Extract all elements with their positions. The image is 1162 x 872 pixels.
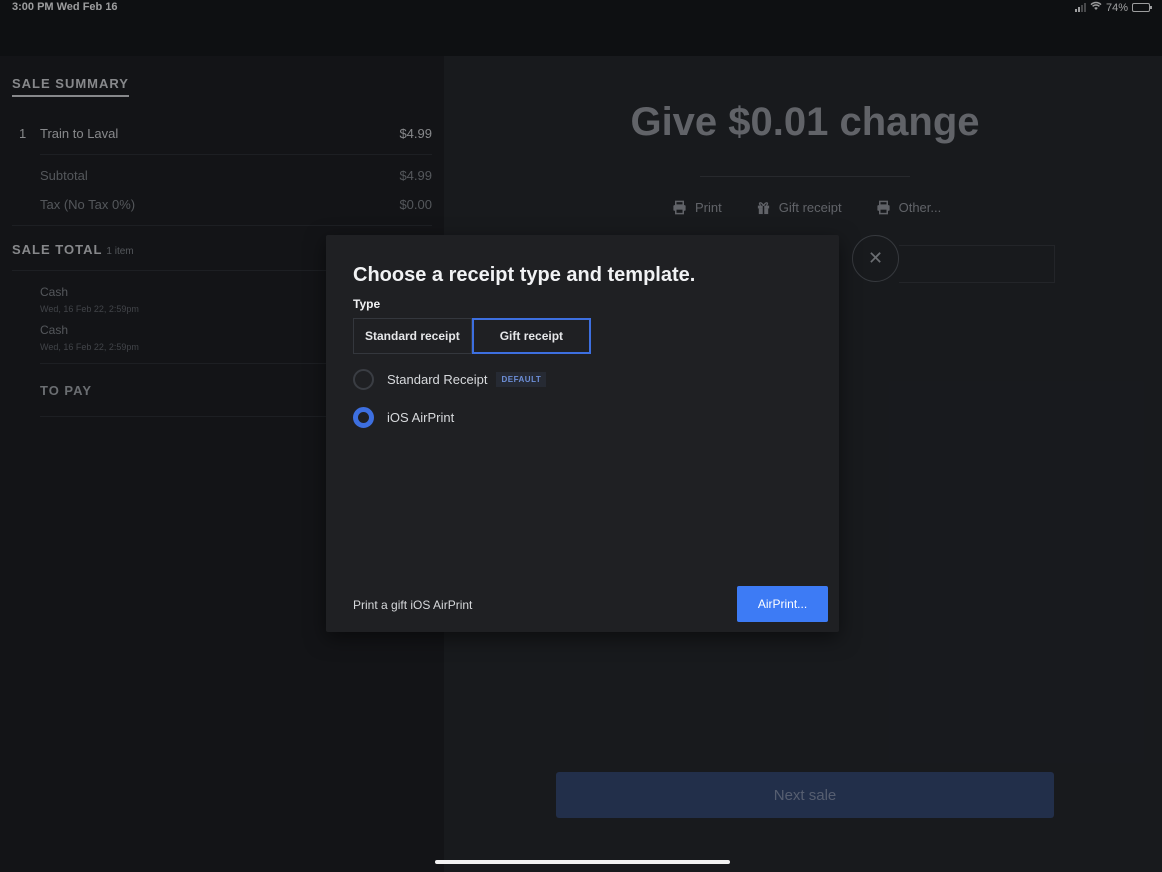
default-badge: DEFAULT <box>496 372 547 387</box>
modal-footer-text: Print a gift iOS AirPrint <box>353 598 473 612</box>
airprint-button[interactable]: AirPrint... <box>737 586 828 622</box>
tab-gift-receipt[interactable]: Gift receipt <box>471 318 592 354</box>
receipt-type-modal: Choose a receipt type and template. Type… <box>326 235 839 632</box>
modal-title: Choose a receipt type and template. <box>353 264 696 286</box>
radio-unselected[interactable] <box>353 369 374 390</box>
pos-screen: 3:00 PM Wed Feb 16 74% SALE SUMMARY 1 Tr… <box>0 0 1162 872</box>
type-label: Type <box>353 297 381 311</box>
template-option-airprint[interactable]: iOS AirPrint <box>353 407 454 428</box>
radio-selected[interactable] <box>353 407 374 428</box>
receipt-type-tabs: Standard receipt Gift receipt <box>353 318 592 354</box>
template-option-standard[interactable]: Standard Receipt DEFAULT <box>353 369 547 390</box>
home-indicator[interactable] <box>435 860 730 864</box>
tab-standard-receipt[interactable]: Standard receipt <box>353 318 472 354</box>
template-option-label: Standard Receipt <box>387 372 488 387</box>
template-option-label: iOS AirPrint <box>387 410 455 425</box>
